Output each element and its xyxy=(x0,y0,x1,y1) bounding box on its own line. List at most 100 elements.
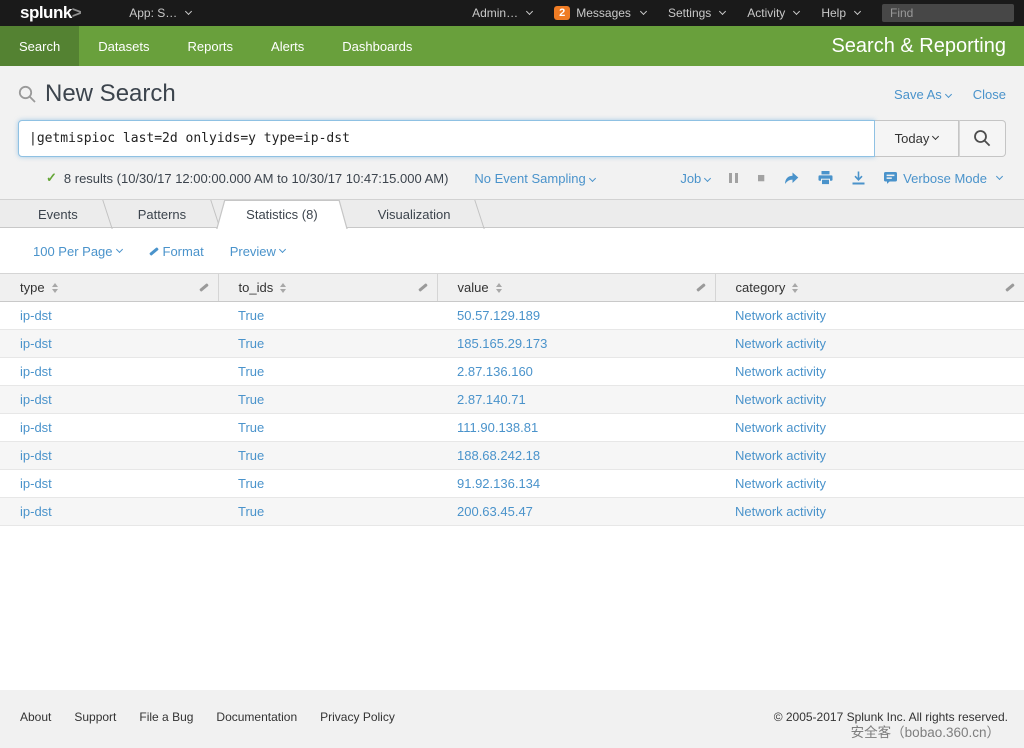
tab-events[interactable]: Events xyxy=(8,200,108,229)
close-button[interactable]: Close xyxy=(973,87,1006,102)
cell-to-ids[interactable]: True xyxy=(218,302,437,330)
tab-statistics[interactable]: Statistics (8) xyxy=(216,200,348,229)
time-range-picker[interactable]: Today xyxy=(875,120,959,157)
format-label: Format xyxy=(163,244,204,259)
help-menu[interactable]: Help xyxy=(821,6,860,20)
cell-to-ids[interactable]: True xyxy=(218,330,437,358)
cell-to-ids[interactable]: True xyxy=(218,414,437,442)
cell-value[interactable]: 2.87.140.71 xyxy=(437,386,715,414)
event-sampling-menu[interactable]: No Event Sampling xyxy=(474,171,594,186)
search-icon xyxy=(18,85,37,104)
table-row: ip-dstTrue200.63.45.47Network activity xyxy=(0,498,1024,526)
column-header-to-ids[interactable]: to_ids xyxy=(218,274,437,302)
success-check-icon: ✓ xyxy=(46,170,57,186)
table-row: ip-dstTrue50.57.129.189Network activity xyxy=(0,302,1024,330)
tab-patterns[interactable]: Patterns xyxy=(108,200,216,229)
search-query-input[interactable] xyxy=(18,120,875,157)
admin-menu[interactable]: Admin… xyxy=(472,6,532,20)
splunk-logo-text: splunk xyxy=(20,3,72,22)
pause-icon xyxy=(729,173,738,183)
cell-type[interactable]: ip-dst xyxy=(0,386,218,414)
footer-link-about[interactable]: About xyxy=(20,710,51,724)
cell-type[interactable]: ip-dst xyxy=(0,414,218,442)
cell-to-ids[interactable]: True xyxy=(218,386,437,414)
cell-to-ids[interactable]: True xyxy=(218,470,437,498)
results-tabs: Events Patterns Statistics (8) Visualiza… xyxy=(0,199,1024,228)
cell-type[interactable]: ip-dst xyxy=(0,330,218,358)
tab-visualization[interactable]: Visualization xyxy=(348,200,481,229)
messages-menu[interactable]: 2 Messages xyxy=(554,6,646,20)
chevron-down-icon xyxy=(719,7,726,14)
cell-value[interactable]: 50.57.129.189 xyxy=(437,302,715,330)
column-header-type[interactable]: type xyxy=(0,274,218,302)
navbar-item-alerts[interactable]: Alerts xyxy=(252,26,323,66)
table-controls: 100 Per Page Format Preview xyxy=(0,228,1024,273)
cell-value[interactable]: 200.63.45.47 xyxy=(437,498,715,526)
cell-category[interactable]: Network activity xyxy=(715,498,1024,526)
cell-to-ids[interactable]: True xyxy=(218,358,437,386)
edit-column-icon[interactable] xyxy=(1004,282,1016,293)
stop-icon: ■ xyxy=(757,173,765,183)
footer-link-privacy-policy[interactable]: Privacy Policy xyxy=(320,710,395,724)
footer-link-documentation[interactable]: Documentation xyxy=(216,710,297,724)
cell-value[interactable]: 91.92.136.134 xyxy=(437,470,715,498)
cell-value[interactable]: 111.90.138.81 xyxy=(437,414,715,442)
footer-link-file-a-bug[interactable]: File a Bug xyxy=(139,710,193,724)
preview-selector[interactable]: Preview xyxy=(230,244,285,259)
cell-type[interactable]: ip-dst xyxy=(0,470,218,498)
app-menu[interactable]: App: S… xyxy=(129,6,191,20)
cell-category[interactable]: Network activity xyxy=(715,386,1024,414)
cell-type[interactable]: ip-dst xyxy=(0,498,218,526)
format-button[interactable]: Format xyxy=(148,244,204,259)
edit-column-icon[interactable] xyxy=(417,282,429,293)
cell-category[interactable]: Network activity xyxy=(715,470,1024,498)
activity-menu-label: Activity xyxy=(747,6,785,20)
export-button[interactable] xyxy=(852,171,865,185)
cell-type[interactable]: ip-dst xyxy=(0,358,218,386)
save-as-label: Save As xyxy=(894,87,942,102)
stop-button[interactable]: ■ xyxy=(757,173,765,183)
tab-label: Visualization xyxy=(378,207,451,222)
share-button[interactable] xyxy=(784,172,799,185)
navbar-item-search[interactable]: Search xyxy=(0,26,79,66)
splunk-logo[interactable]: splunk> xyxy=(20,3,81,23)
edit-column-icon[interactable] xyxy=(695,282,707,293)
navbar-item-label: Search xyxy=(19,39,60,54)
print-icon xyxy=(818,171,833,185)
cell-to-ids[interactable]: True xyxy=(218,442,437,470)
cell-category[interactable]: Network activity xyxy=(715,358,1024,386)
cell-value[interactable]: 185.165.29.173 xyxy=(437,330,715,358)
chevron-down-icon xyxy=(945,90,952,97)
per-page-selector[interactable]: 100 Per Page xyxy=(33,244,122,259)
column-header-category[interactable]: category xyxy=(715,274,1024,302)
app-title: Search & Reporting xyxy=(831,35,1006,58)
topbar: splunk> App: S… Admin… 2 Messages Settin… xyxy=(0,0,1024,26)
cell-category[interactable]: Network activity xyxy=(715,442,1024,470)
search-submit-button[interactable] xyxy=(959,120,1006,157)
find-input[interactable] xyxy=(882,4,1014,22)
cell-type[interactable]: ip-dst xyxy=(0,302,218,330)
navbar-item-dashboards[interactable]: Dashboards xyxy=(323,26,431,66)
navbar-item-datasets[interactable]: Datasets xyxy=(79,26,168,66)
settings-menu[interactable]: Settings xyxy=(668,6,725,20)
activity-menu[interactable]: Activity xyxy=(747,6,799,20)
navbar-item-label: Dashboards xyxy=(342,39,412,54)
column-header-value[interactable]: value xyxy=(437,274,715,302)
navbar-item-reports[interactable]: Reports xyxy=(169,26,253,66)
search-mode-selector[interactable]: Verbose Mode xyxy=(884,171,1002,186)
cell-type[interactable]: ip-dst xyxy=(0,442,218,470)
job-menu[interactable]: Job xyxy=(680,171,710,186)
cell-value[interactable]: 2.87.136.160 xyxy=(437,358,715,386)
print-button[interactable] xyxy=(818,171,833,185)
edit-column-icon[interactable] xyxy=(198,282,210,293)
pause-button[interactable] xyxy=(729,173,738,183)
cell-category[interactable]: Network activity xyxy=(715,302,1024,330)
cell-category[interactable]: Network activity xyxy=(715,414,1024,442)
save-as-button[interactable]: Save As xyxy=(894,87,951,102)
chevron-down-icon xyxy=(185,7,192,14)
cell-to-ids[interactable]: True xyxy=(218,498,437,526)
sort-icon xyxy=(792,283,798,293)
cell-value[interactable]: 188.68.242.18 xyxy=(437,442,715,470)
footer-link-support[interactable]: Support xyxy=(74,710,116,724)
cell-category[interactable]: Network activity xyxy=(715,330,1024,358)
